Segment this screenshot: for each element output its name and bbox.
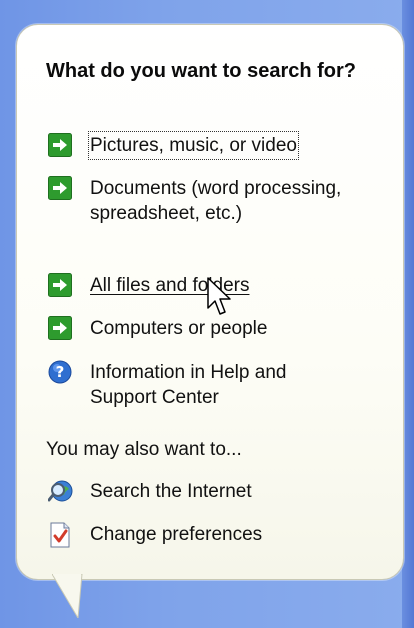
help-icon: ? [48,360,72,384]
item-label: Change preferences [90,524,263,545]
item-label: Documents (word processing, spreadsheet,… [90,178,342,224]
search-pictures-music-video-link[interactable]: Pictures, music, or video [48,131,368,160]
preferences-icon [48,522,72,548]
item-label: Information in Help and Support Center [90,362,287,408]
item-label: Computers or people [90,318,268,339]
item-label: Search the Internet [90,481,252,502]
search-help-and-support-link[interactable]: ? Information in Help and Support Center [48,360,368,410]
search-question-heading: What do you want to search for? [46,60,357,82]
also-heading: You may also want to... [46,439,242,460]
change-preferences-link[interactable]: Change preferences [48,522,368,548]
balloon-tail [52,574,83,618]
green-arrow-icon [48,316,72,340]
search-the-internet-link[interactable]: Search the Internet [48,479,368,504]
search-computers-or-people-link[interactable]: Computers or people [48,316,368,341]
internet-search-icon [48,479,73,503]
search-all-files-and-folders-link[interactable]: All files and folders [48,273,368,298]
green-arrow-icon [48,273,72,297]
search-documents-link[interactable]: Documents (word processing, spreadsheet,… [48,176,368,226]
item-label: All files and folders [90,275,250,296]
item-label: Pictures, music, or video [88,131,299,160]
green-arrow-icon [48,133,72,157]
green-arrow-icon [48,176,72,200]
svg-text:?: ? [56,363,65,381]
